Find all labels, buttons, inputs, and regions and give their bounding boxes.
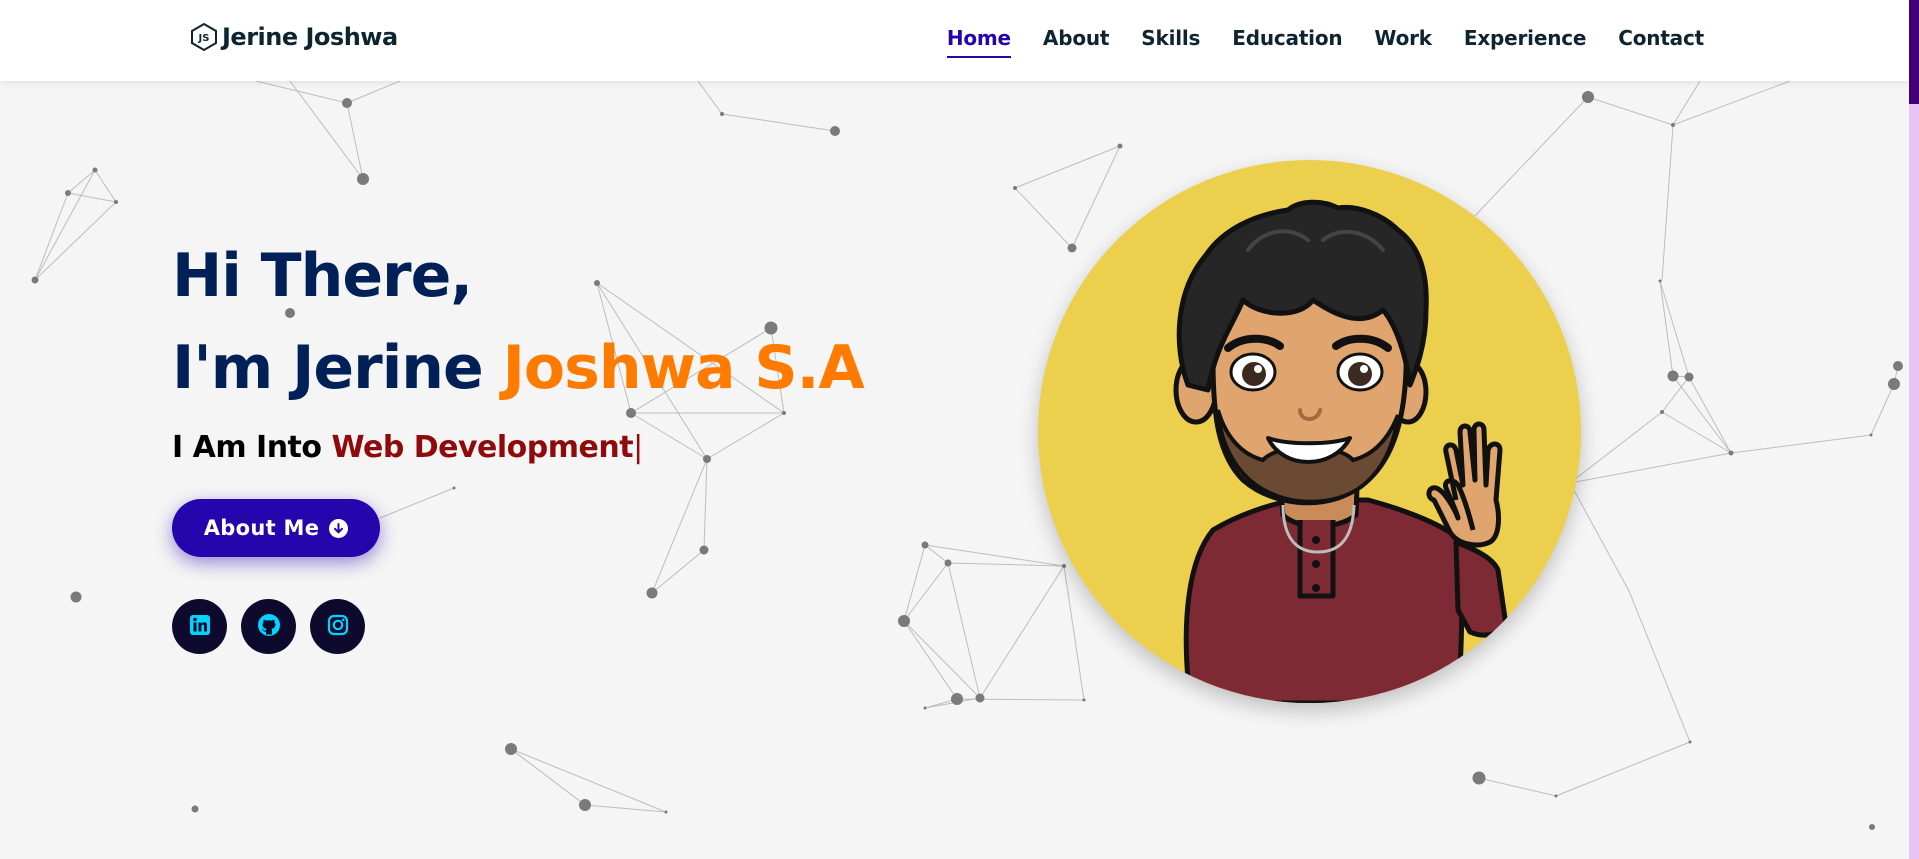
nav-link-education[interactable]: Education [1232,26,1342,58]
linkedin-link[interactable] [172,599,227,654]
github-icon [257,613,281,641]
hero-intro: I'm Jerine Joshwa S.A [172,322,865,414]
scrollbar-thumb[interactable] [1909,0,1919,104]
nav-link-experience[interactable]: Experience [1464,26,1587,58]
navbar: JS Jerine Joshwa Home About Skills Educa… [0,0,1909,81]
nav-link-about[interactable]: About [1043,26,1110,58]
typed-text: Web Development [331,430,634,465]
social-links [172,599,864,654]
brand-name: Jerine Joshwa [222,23,398,51]
github-link[interactable] [241,599,296,654]
nav-menu: Home About Skills Education Work Experie… [946,26,1704,58]
nav-link-contact[interactable]: Contact [1618,26,1704,58]
linkedin-icon [188,613,212,641]
nodejs-hexagon-icon: JS [190,22,218,52]
about-me-button[interactable]: About Me [172,499,380,557]
waving-cartoon-avatar [1173,199,1509,703]
scrollbar[interactable] [1909,0,1919,859]
svg-text:JS: JS [198,33,210,44]
instagram-icon [326,613,350,641]
hero-greeting: Hi There, [172,241,473,311]
about-me-button-label: About Me [203,516,320,540]
nav-link-skills[interactable]: Skills [1141,26,1200,58]
profile-avatar [1038,160,1581,703]
hero-section: Hi There, I'm Jerine Joshwa S.A I Am Int… [172,230,865,654]
hero-intro-prefix: I'm Jerine [172,333,503,403]
hero-intro-accent: Joshwa S.A [502,333,865,403]
instagram-link[interactable] [310,599,365,654]
brand-logo[interactable]: JS Jerine Joshwa [190,22,398,52]
typed-prefix: I Am Into [172,430,332,465]
nav-link-home[interactable]: Home [946,26,1011,58]
arrow-circle-down-icon [329,518,349,538]
typed-line: I Am Into Web Development| [172,430,864,465]
nav-link-work[interactable]: Work [1374,26,1432,58]
typed-cursor: | [633,430,643,465]
